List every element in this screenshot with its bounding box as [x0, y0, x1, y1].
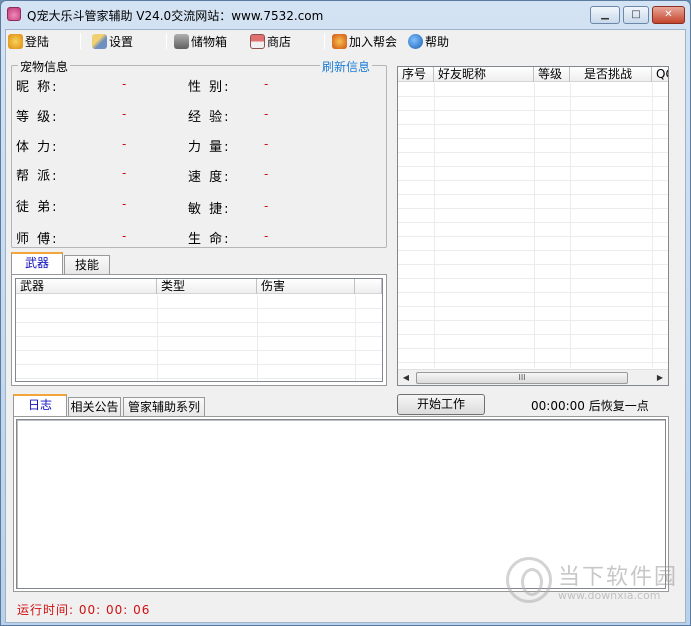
close-button[interactable]: ✕ [652, 6, 685, 24]
equipment-table-header: 武器 类型 伤害 [16, 279, 382, 294]
scroll-right-arrow-icon[interactable]: ▶ [652, 370, 668, 385]
equipment-table-rows [16, 295, 382, 381]
apprentice-label: 徒 弟: [16, 200, 59, 215]
watermark-text: 当下软件园 [558, 565, 679, 590]
shop-label: 商店 [267, 34, 292, 49]
refresh-info-link[interactable]: 刷新信息 [320, 58, 373, 75]
shop-button[interactable]: 商店 [250, 32, 291, 50]
shop-icon [250, 33, 265, 49]
tab-announcements[interactable]: 相关公告 [68, 397, 121, 418]
tab-weapon[interactable]: 武器 [11, 252, 63, 274]
speed-value: - [264, 167, 269, 181]
minimize-button[interactable]: ▁ [590, 6, 620, 24]
toolbar: 登陆 设置 储物箱 商店 加入帮会 帮助 [6, 30, 685, 52]
help-icon [408, 33, 423, 49]
level-value: - [122, 107, 127, 121]
equipment-table[interactable]: 武器 类型 伤害 [15, 278, 383, 382]
tab-log[interactable]: 日志 [13, 394, 67, 416]
help-button[interactable]: 帮助 [408, 32, 449, 50]
join-guild-label: 加入帮会 [349, 34, 398, 49]
agility-value: - [264, 199, 269, 213]
scroll-thumb[interactable]: III [416, 372, 628, 384]
nickname-value: - [122, 77, 127, 91]
gender-value: - [264, 77, 269, 91]
apprentice-value: - [122, 197, 127, 211]
watermark: 当下软件园 www.downxia.com [506, 557, 686, 607]
friends-table-rows [398, 83, 668, 368]
column-type[interactable]: 类型 [157, 279, 257, 294]
pet-info-title: 宠物信息 [18, 58, 71, 75]
column-weapon[interactable]: 武器 [16, 279, 157, 294]
column-blank [355, 279, 382, 294]
faction-label: 帮 派: [16, 169, 59, 184]
faction-value: - [122, 166, 127, 180]
wrench-icon [92, 33, 107, 49]
speed-label: 速 度: [188, 170, 231, 185]
title-bar[interactable]: Q宠大乐斗管家辅助 V24.0交流网站：www.7532.com ▁ □ ✕ [1, 1, 690, 29]
watermark-logo-icon [506, 557, 552, 603]
equip-tab-panel: 武器 类型 伤害 [11, 274, 387, 386]
friends-table[interactable]: 序号 好友昵称 等级 是否挑战 QQ ◀ III ▶ [397, 66, 669, 386]
maximize-button[interactable]: □ [623, 6, 649, 24]
help-label: 帮助 [425, 34, 450, 49]
login-button[interactable]: 登陆 [8, 32, 49, 50]
settings-button[interactable]: 设置 [92, 32, 133, 50]
storage-label: 储物箱 [191, 34, 228, 49]
storage-box-icon [174, 33, 189, 49]
friends-table-header: 序号 好友昵称 等级 是否挑战 QQ [398, 67, 668, 82]
agility-label: 敏 捷: [188, 202, 231, 217]
master-label: 师 傅: [16, 232, 59, 247]
guild-icon [332, 33, 347, 49]
toolbar-separator [166, 33, 167, 49]
tab-helper-series[interactable]: 管家辅助系列 [123, 397, 205, 418]
experience-label: 经 验: [188, 110, 231, 125]
login-icon [8, 33, 23, 49]
toolbar-separator [80, 33, 81, 49]
login-label: 登陆 [25, 34, 50, 49]
client-area: 登陆 设置 储物箱 商店 加入帮会 帮助 宠物信息 刷新信息 昵 称: - 等 … [5, 29, 686, 623]
hp-value: - [264, 229, 269, 243]
strength-value: - [264, 137, 269, 151]
settings-label: 设置 [109, 34, 134, 49]
strength-label: 力 量: [188, 140, 231, 155]
column-challenged[interactable]: 是否挑战 [570, 67, 652, 82]
runtime-status: 运行时间: 00: 00: 06 [17, 603, 151, 617]
gender-label: 性 别: [188, 80, 231, 95]
window-title: Q宠大乐斗管家辅助 V24.0交流网站：www.7532.com [27, 9, 324, 23]
restore-timer: 00:00:00 后恢复一点 [531, 399, 649, 413]
stamina-value: - [122, 137, 127, 151]
pet-info-group: 宠物信息 刷新信息 昵 称: - 等 级: - 体 力: - 帮 派: - 徒 … [11, 58, 387, 248]
hp-label: 生 命: [188, 232, 231, 247]
stamina-label: 体 力: [16, 140, 59, 155]
scroll-left-arrow-icon[interactable]: ◀ [398, 370, 414, 385]
column-friend-nickname[interactable]: 好友昵称 [434, 67, 534, 82]
master-value: - [122, 229, 127, 243]
start-work-button[interactable]: 开始工作 [397, 394, 485, 415]
watermark-url: www.downxia.com [558, 589, 661, 602]
toolbar-separator [324, 33, 325, 49]
level-label: 等 级: [16, 110, 59, 125]
nickname-label: 昵 称: [16, 80, 59, 95]
experience-value: - [264, 107, 269, 121]
storage-button[interactable]: 储物箱 [174, 32, 227, 50]
join-guild-button[interactable]: 加入帮会 [332, 32, 397, 50]
column-damage[interactable]: 伤害 [257, 279, 355, 294]
column-qq[interactable]: QQ [652, 67, 668, 82]
app-logo-icon [7, 7, 21, 21]
friends-table-hscrollbar[interactable]: ◀ III ▶ [398, 369, 668, 385]
tab-skill[interactable]: 技能 [64, 255, 110, 276]
main-window: Q宠大乐斗管家辅助 V24.0交流网站：www.7532.com ▁ □ ✕ 登… [0, 0, 691, 626]
column-index[interactable]: 序号 [398, 67, 434, 82]
column-level[interactable]: 等级 [534, 67, 570, 82]
